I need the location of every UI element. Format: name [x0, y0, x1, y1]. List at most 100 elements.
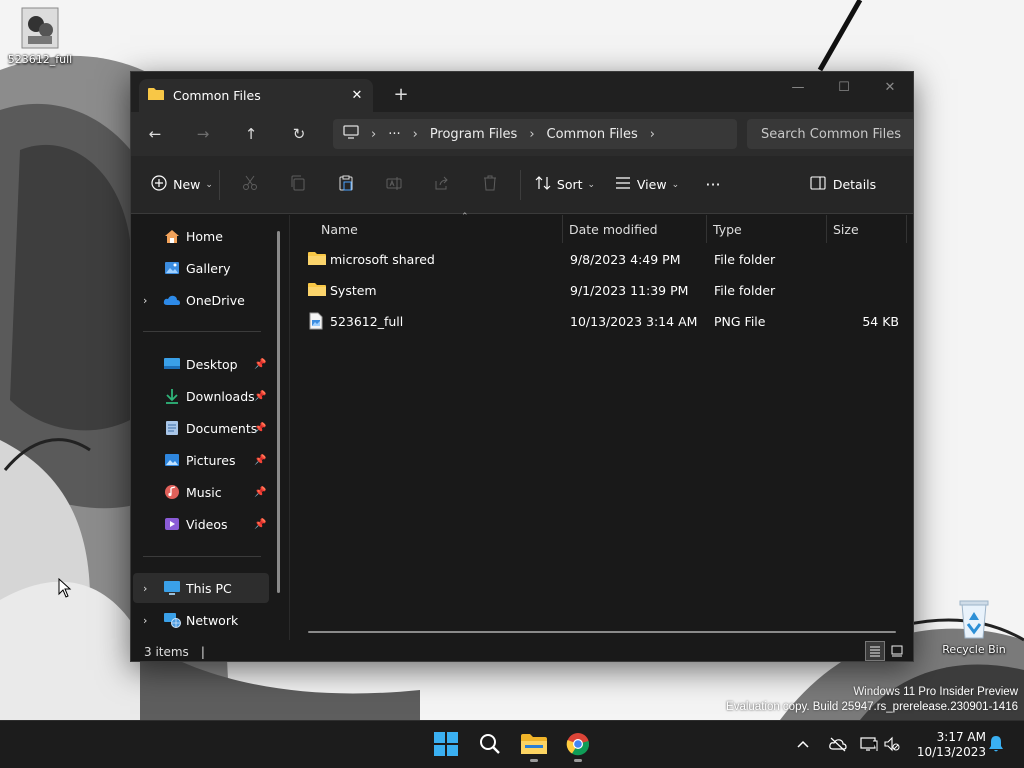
sidebar-item-home[interactable]: Home [133, 221, 269, 251]
toolbar-divider [520, 169, 521, 200]
tiles-view-icon [891, 645, 903, 657]
search-button[interactable] [470, 727, 510, 763]
rename-button[interactable] [370, 168, 418, 202]
sidebar-item-label: Gallery [186, 260, 231, 276]
file-type: PNG File [714, 314, 766, 329]
pin-icon[interactable]: 📌 [254, 359, 266, 370]
sidebar-item-desktop[interactable]: Desktop 📌 [133, 349, 269, 379]
home-icon [163, 227, 181, 245]
sidebar-item-pictures[interactable]: Pictures 📌 [133, 445, 269, 475]
file-name: 523612_full [330, 314, 404, 329]
sidebar-item-onedrive[interactable]: › OneDrive [133, 285, 269, 315]
show-hidden-icons-button[interactable] [796, 721, 810, 768]
view-button[interactable]: View ⌄ [605, 168, 689, 202]
document-icon [163, 419, 181, 437]
pin-icon[interactable]: 📌 [254, 423, 266, 434]
close-button[interactable]: ✕ [867, 72, 913, 102]
clipboard-icon [338, 175, 354, 194]
sidebar-item-documents[interactable]: Documents 📌 [133, 413, 269, 443]
share-button[interactable] [418, 168, 466, 202]
file-type: File folder [714, 283, 776, 298]
file-list-view: ⌃ Name Date modified Type Size microsoft… [290, 212, 913, 640]
onedrive-cloud-icon [163, 291, 181, 309]
paste-button[interactable] [322, 168, 370, 202]
copy-button[interactable] [274, 168, 322, 202]
sidebar-item-music[interactable]: Music 📌 [133, 477, 269, 507]
pin-icon[interactable]: 📌 [254, 455, 266, 466]
file-row[interactable]: 523612_full 10/13/2023 3:14 AM PNG File … [290, 306, 913, 336]
pin-icon[interactable]: 📌 [254, 487, 266, 498]
command-bar: New ⌄ Sort ⌄ View ⌄ ··· Details [131, 156, 913, 214]
notifications-button[interactable] [988, 721, 1004, 768]
delete-button[interactable] [466, 168, 514, 202]
network-icon [163, 611, 181, 629]
breadcrumb-overflow[interactable]: ··· [388, 127, 400, 142]
column-header-date-modified[interactable]: Date modified [563, 215, 707, 243]
details-pane-button[interactable]: Details [803, 168, 883, 202]
tab-close-icon[interactable]: ✕ [345, 84, 369, 108]
computer-icon[interactable] [343, 125, 359, 143]
pin-icon[interactable]: 📌 [254, 391, 266, 402]
tiles-view-button[interactable] [887, 641, 907, 661]
breadcrumb-common-files[interactable]: Common Files [547, 127, 638, 142]
more-options-button[interactable]: ··· [689, 168, 737, 202]
sidebar-item-gallery[interactable]: Gallery [133, 253, 269, 283]
navigation-pane: Home Gallery › OneDrive Desktop 📌 Downlo… [131, 215, 289, 640]
file-date: 10/13/2023 3:14 AM [570, 314, 698, 329]
column-header-type[interactable]: Type [707, 215, 827, 243]
horizontal-scrollbar[interactable] [308, 631, 896, 633]
sidebar-scrollbar[interactable] [277, 231, 280, 593]
up-button[interactable]: ↑ [227, 118, 275, 150]
desktop-icon-recycle-bin[interactable]: Recycle Bin [936, 596, 1012, 656]
search-input[interactable]: Search Common Files [747, 119, 913, 149]
breadcrumb-program-files[interactable]: Program Files [430, 127, 518, 142]
sidebar-item-label: Desktop [186, 356, 238, 372]
sidebar-item-this-pc[interactable]: › This PC [133, 573, 269, 603]
new-label: New [173, 177, 201, 192]
taskbar-clock[interactable]: 3:17 AM 10/13/2023 [914, 730, 986, 760]
pin-icon[interactable]: 📌 [254, 519, 266, 530]
column-header-name[interactable]: ⌃ Name [315, 212, 563, 243]
new-tab-button[interactable]: + [389, 82, 413, 106]
breadcrumb-separator[interactable]: › [371, 127, 376, 142]
tab-common-files[interactable]: Common Files ✕ [139, 79, 373, 112]
chevron-right-icon[interactable]: › [143, 582, 147, 595]
start-button[interactable] [426, 727, 466, 763]
search-icon [479, 733, 501, 758]
breadcrumb-separator[interactable]: › [529, 127, 534, 142]
running-indicator [530, 759, 538, 762]
sidebar-item-network[interactable]: › Network [133, 605, 269, 635]
sidebar-item-downloads[interactable]: Downloads 📌 [133, 381, 269, 411]
minimize-button[interactable]: — [775, 72, 821, 102]
desktop-icon-image[interactable]: 523612_full [2, 6, 78, 66]
details-view-button[interactable] [865, 641, 885, 661]
file-row[interactable]: microsoft shared 9/8/2023 4:49 PM File f… [290, 244, 913, 274]
file-row[interactable]: System 9/1/2023 11:39 PM File folder [290, 275, 913, 305]
chrome-icon [566, 732, 590, 759]
desktop-icon-label: Recycle Bin [942, 643, 1006, 656]
sort-button[interactable]: Sort ⌄ [527, 168, 603, 202]
taskbar-file-explorer[interactable] [514, 727, 554, 763]
sidebar-item-label: Downloads [186, 388, 255, 404]
chevron-right-icon[interactable]: › [143, 294, 147, 307]
sidebar-item-videos[interactable]: Videos 📌 [133, 509, 269, 539]
file-size: 54 KB [862, 314, 899, 329]
back-button[interactable]: ← [131, 118, 179, 150]
cut-button[interactable] [226, 168, 274, 202]
breadcrumb-separator[interactable]: › [413, 127, 418, 142]
forward-button[interactable]: → [179, 118, 227, 150]
tab-title: Common Files [173, 88, 261, 103]
sort-ascending-icon: ⌃ [461, 212, 469, 222]
refresh-button[interactable]: ↻ [275, 118, 323, 150]
maximize-button[interactable]: ☐ [821, 72, 867, 102]
video-icon [163, 515, 181, 533]
taskbar-chrome[interactable] [558, 727, 598, 763]
onedrive-tray-button[interactable] [828, 721, 848, 768]
sidebar-item-label: Pictures [186, 452, 236, 468]
new-button[interactable]: New ⌄ [151, 168, 213, 202]
address-bar[interactable]: › ··· › Program Files › Common Files › [333, 119, 737, 149]
chevron-right-icon[interactable]: › [143, 614, 147, 627]
network-volume-button[interactable] [860, 721, 900, 768]
breadcrumb-separator[interactable]: › [650, 127, 655, 142]
column-header-size[interactable]: Size [827, 215, 907, 243]
